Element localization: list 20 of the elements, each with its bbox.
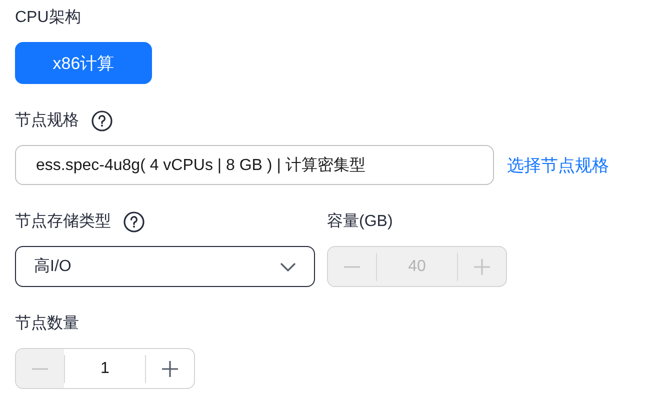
help-icon[interactable] <box>91 110 113 132</box>
option-button[interactable]: x86计算 <box>15 42 152 84</box>
select-link[interactable]: 选择节点规格 <box>507 154 609 176</box>
plus-icon <box>473 258 491 276</box>
minus-icon <box>31 368 49 370</box>
number-stepper[interactable]: 1 <box>15 348 195 389</box>
field-label: 节点规格 <box>15 110 79 131</box>
field-label: 节点数量 <box>15 314 79 334</box>
input-field[interactable]: ess.spec-4u8g( 4 vCPUs | 8 GB ) | 计算密集型 <box>15 145 494 185</box>
plus-icon <box>161 360 179 378</box>
field-label: CPU架构 <box>15 8 81 28</box>
stepper-value: 40 <box>407 258 427 276</box>
minus-icon <box>343 266 361 268</box>
dropdown-select[interactable]: 高I/O <box>15 246 315 287</box>
help-icon[interactable] <box>123 211 145 233</box>
field-label: 节点存储类型 <box>15 212 111 232</box>
field-label: 容量(GB) <box>327 212 393 232</box>
select-value: 高I/O <box>34 256 72 277</box>
chevron-down-icon <box>280 262 296 272</box>
stepper-value: 1 <box>100 360 110 378</box>
